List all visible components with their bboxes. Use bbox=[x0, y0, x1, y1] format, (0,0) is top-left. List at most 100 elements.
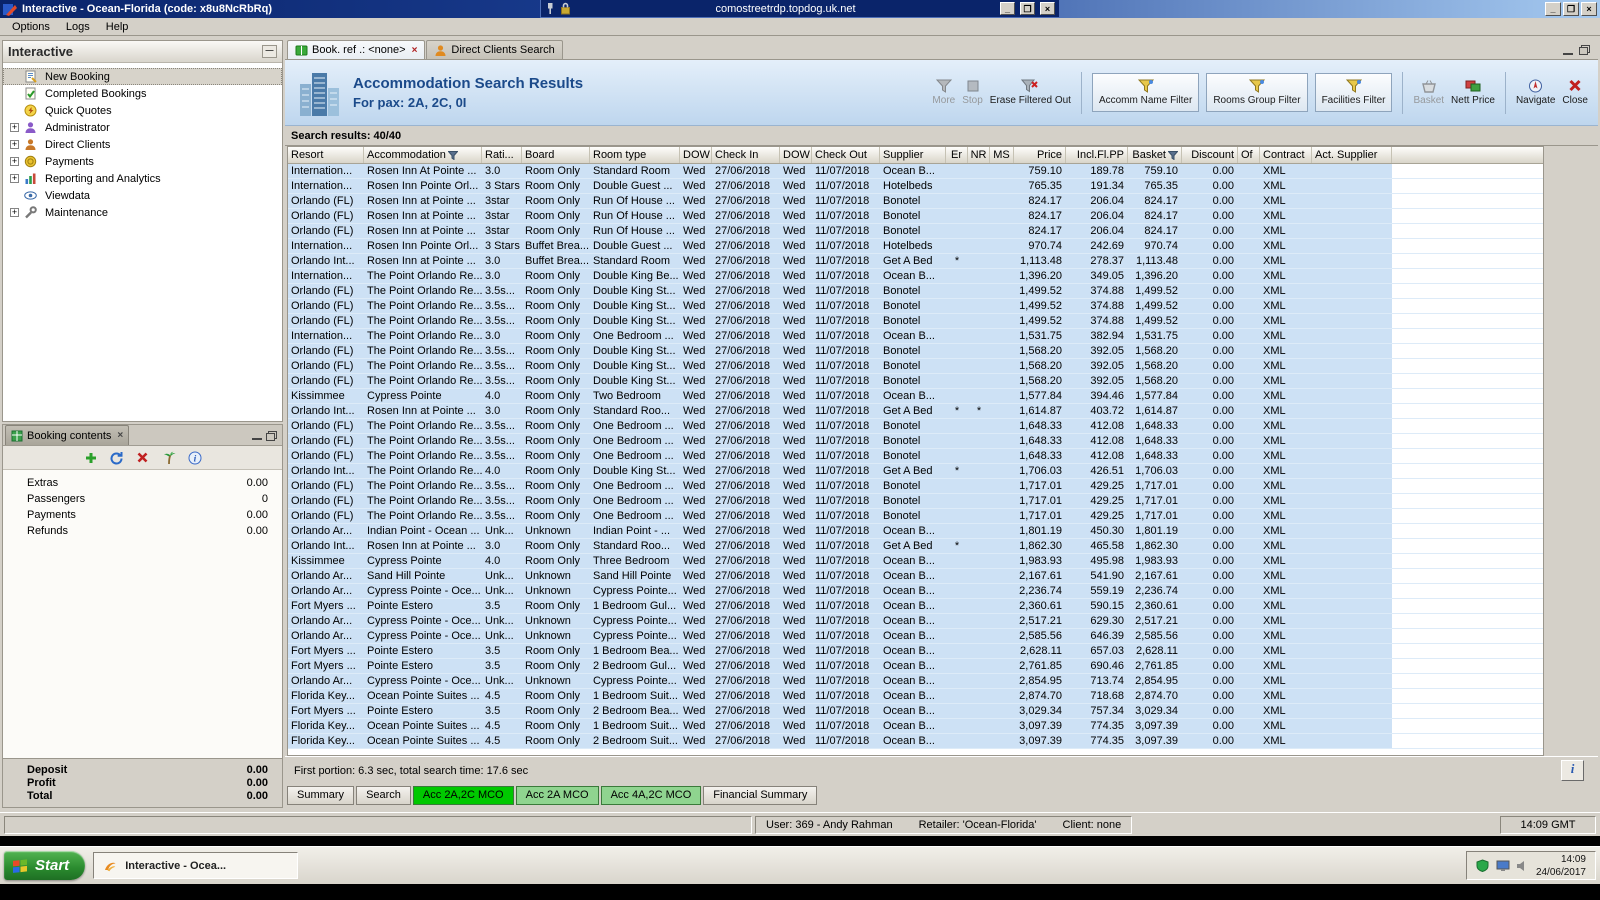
table-row[interactable]: Florida Key... Ocean Pointe Suites ... 4.5… bbox=[288, 719, 1543, 734]
column-header-price[interactable]: Price bbox=[1014, 147, 1066, 163]
column-header-basket[interactable]: Basket bbox=[1128, 147, 1182, 163]
basket-button[interactable]: Basket bbox=[1413, 78, 1444, 107]
mdi-minimize-icon[interactable] bbox=[1563, 46, 1573, 55]
table-row[interactable]: Orlando Int... Rosen Inn at Pointe ... 3.0… bbox=[288, 404, 1543, 419]
table-row[interactable]: Orlando Ar... Indian Point - Ocean ... Unk… bbox=[288, 524, 1543, 539]
table-row[interactable]: Orlando Ar... Cypress Pointe - Oce... Unk.… bbox=[288, 629, 1543, 644]
tray-shield-icon[interactable] bbox=[1476, 859, 1490, 872]
table-row[interactable]: Orlando (FL) The Point Orlando Re... 3.5s.… bbox=[288, 344, 1543, 359]
column-header-dow[interactable]: DOW bbox=[780, 147, 812, 163]
table-row[interactable]: Orlando (FL) Rosen Inn at Pointe ... 3star… bbox=[288, 209, 1543, 224]
table-row[interactable]: Orlando Ar... Cypress Pointe - Oce... Unk.… bbox=[288, 674, 1543, 689]
panel-minimize-icon[interactable] bbox=[252, 431, 262, 440]
info-icon[interactable]: i bbox=[187, 450, 203, 465]
sidebar-item-completed-bookings[interactable]: +Completed Bookings bbox=[3, 85, 282, 102]
rooms-group-filter-button[interactable]: Rooms Group Filter bbox=[1206, 73, 1308, 112]
nett-price-button[interactable]: Nett Price bbox=[1451, 78, 1495, 107]
sidebar-item-direct-clients[interactable]: + Direct Clients bbox=[3, 136, 282, 153]
column-header-incl-fl-pp[interactable]: Incl.Fl.PP bbox=[1066, 147, 1128, 163]
table-row[interactable]: Orlando Ar... Cypress Pointe - Oce... Unk.… bbox=[288, 614, 1543, 629]
tab-acc-2a-mco[interactable]: Acc 2A MCO bbox=[515, 786, 599, 805]
more-button[interactable]: More bbox=[932, 78, 955, 107]
app-titlebar[interactable]: Interactive - Ocean-Florida (code: x8u8N… bbox=[0, 0, 1600, 18]
table-row[interactable]: Orlando (FL) The Point Orlando Re... 3.5s.… bbox=[288, 434, 1543, 449]
panel-restore-icon[interactable] bbox=[266, 431, 277, 441]
table-row[interactable]: Orlando Int... Rosen Inn at Pointe ... 3.0… bbox=[288, 539, 1543, 554]
minimize-button[interactable]: _ bbox=[1545, 2, 1561, 16]
column-header-accommodation[interactable]: Accommodation bbox=[364, 147, 482, 163]
mdi-restore-icon[interactable] bbox=[1579, 45, 1590, 55]
sidebar-item-reporting-and-analytics[interactable]: + Reporting and Analytics bbox=[3, 170, 282, 187]
erase-filtered-out-button[interactable]: Erase Filtered Out bbox=[990, 78, 1071, 107]
rdp-connection-bar[interactable]: comostreetrdp.topdog.uk.net _ ❐ × bbox=[540, 0, 1060, 18]
restore-button[interactable]: ❐ bbox=[1563, 2, 1579, 16]
table-row[interactable]: Orlando (FL) The Point Orlando Re... 3.5s.… bbox=[288, 314, 1543, 329]
table-row[interactable]: Orlando (FL) The Point Orlando Re... 3.5s.… bbox=[288, 419, 1543, 434]
column-header-dow[interactable]: DOW bbox=[680, 147, 712, 163]
table-row[interactable]: Fort Myers ... Pointe Estero 3.5 Room Only 1… bbox=[288, 599, 1543, 614]
facilities-filter-button[interactable]: Facilities Filter bbox=[1314, 73, 1393, 112]
tab-acc-2a-2c-mco[interactable]: Acc 2A,2C MCO bbox=[412, 786, 514, 805]
menu-options[interactable]: Options bbox=[4, 19, 58, 35]
expand-icon[interactable]: + bbox=[10, 123, 19, 132]
sidebar-item-maintenance[interactable]: + Maintenance bbox=[3, 204, 282, 221]
column-header-of[interactable]: Of bbox=[1238, 147, 1260, 163]
tab-direct-clients-search[interactable]: Direct Clients Search bbox=[426, 40, 563, 59]
table-row[interactable]: Orlando Int... The Point Orlando Re... 4.0… bbox=[288, 464, 1543, 479]
table-row[interactable]: Orlando (FL) The Point Orlando Re... 3.5s.… bbox=[288, 299, 1543, 314]
table-row[interactable]: Orlando (FL) The Point Orlando Re... 3.5s.… bbox=[288, 494, 1543, 509]
table-row[interactable]: Internation... Rosen Inn At Pointe ... 3.0… bbox=[288, 164, 1543, 179]
tray-display-icon[interactable] bbox=[1496, 859, 1510, 872]
stop-button[interactable]: Stop bbox=[962, 78, 983, 107]
tab-acc-4a-2c-mco[interactable]: Acc 4A,2C MCO bbox=[600, 786, 702, 805]
tab-book-ref-none[interactable]: Book. ref .: <none> × bbox=[287, 40, 426, 59]
tray-volume-icon[interactable] bbox=[1516, 859, 1530, 872]
expand-icon[interactable]: + bbox=[10, 157, 19, 166]
table-row[interactable]: Internation... Rosen Inn Pointe Orl... 3 S… bbox=[288, 179, 1543, 194]
sidebar-item-administrator[interactable]: + Administrator bbox=[3, 119, 282, 136]
expand-icon[interactable]: + bbox=[10, 140, 19, 149]
table-row[interactable]: Internation... The Point Orlando Re... 3.0… bbox=[288, 269, 1543, 284]
refresh-icon[interactable] bbox=[109, 450, 125, 465]
palm-icon[interactable] bbox=[161, 450, 177, 465]
expand-icon[interactable]: + bbox=[10, 208, 19, 217]
rdp-close-button[interactable]: × bbox=[1040, 2, 1055, 15]
column-header-check-out[interactable]: Check Out bbox=[812, 147, 880, 163]
menu-help[interactable]: Help bbox=[98, 19, 137, 35]
table-row[interactable]: Fort Myers ... Pointe Estero 3.5 Room Only 1… bbox=[288, 644, 1543, 659]
tab-summary[interactable]: Summary bbox=[287, 786, 355, 805]
accomm-name-filter-button[interactable]: Accomm Name Filter bbox=[1091, 73, 1200, 112]
table-row[interactable]: Fort Myers ... Pointe Estero 3.5 Room Only 2… bbox=[288, 659, 1543, 674]
tab-financial-summary[interactable]: Financial Summary bbox=[703, 786, 818, 805]
taskbar-clock[interactable]: 14:09 24/06/2017 bbox=[1536, 853, 1586, 879]
menu-logs[interactable]: Logs bbox=[58, 19, 98, 35]
navigate-button[interactable]: Navigate bbox=[1516, 78, 1555, 107]
sidebar-item-payments[interactable]: + Payments bbox=[3, 153, 282, 170]
table-row[interactable]: Orlando (FL) The Point Orlando Re... 3.5s.… bbox=[288, 509, 1543, 524]
table-row[interactable]: Orlando Ar... Cypress Pointe - Oce... Unk.… bbox=[288, 584, 1543, 599]
table-row[interactable]: Kissimmee Cypress Pointe 4.0 Room Only Three… bbox=[288, 554, 1543, 569]
column-header-ms[interactable]: MS bbox=[990, 147, 1014, 163]
tab-booking-contents[interactable]: Booking contents × bbox=[5, 425, 130, 445]
table-row[interactable]: Kissimmee Cypress Pointe 4.0 Room Only Two B… bbox=[288, 389, 1543, 404]
table-row[interactable]: Florida Key... Ocean Pointe Suites ... 4.5… bbox=[288, 689, 1543, 704]
table-row[interactable]: Orlando (FL) The Point Orlando Re... 3.5s.… bbox=[288, 374, 1543, 389]
table-row[interactable]: Orlando (FL) Rosen Inn at Pointe ... 3star… bbox=[288, 224, 1543, 239]
expand-icon[interactable]: + bbox=[10, 174, 19, 183]
pin-icon[interactable] bbox=[545, 2, 555, 15]
remove-icon[interactable] bbox=[135, 450, 151, 465]
tab-close-icon[interactable]: × bbox=[412, 45, 418, 56]
table-row[interactable]: Orlando Ar... Sand Hill Pointe Unk... Unkno… bbox=[288, 569, 1543, 584]
table-row[interactable]: Internation... Rosen Inn Pointe Orl... 3 S… bbox=[288, 239, 1543, 254]
add-icon[interactable] bbox=[83, 450, 99, 465]
sidebar-item-viewdata[interactable]: +Viewdata bbox=[3, 187, 282, 204]
column-header-rati[interactable]: Rati... bbox=[482, 147, 522, 163]
column-header-contract[interactable]: Contract bbox=[1260, 147, 1312, 163]
table-row[interactable]: Orlando (FL) The Point Orlando Re... 3.5s.… bbox=[288, 479, 1543, 494]
column-header-discount[interactable]: Discount bbox=[1182, 147, 1238, 163]
sidebar-item-new-booking[interactable]: +New Booking bbox=[3, 68, 282, 85]
table-row[interactable]: Orlando (FL) The Point Orlando Re... 3.5s.… bbox=[288, 449, 1543, 464]
column-header-resort[interactable]: Resort bbox=[288, 147, 364, 163]
column-header-room-type[interactable]: Room type bbox=[590, 147, 680, 163]
column-header-board[interactable]: Board bbox=[522, 147, 590, 163]
